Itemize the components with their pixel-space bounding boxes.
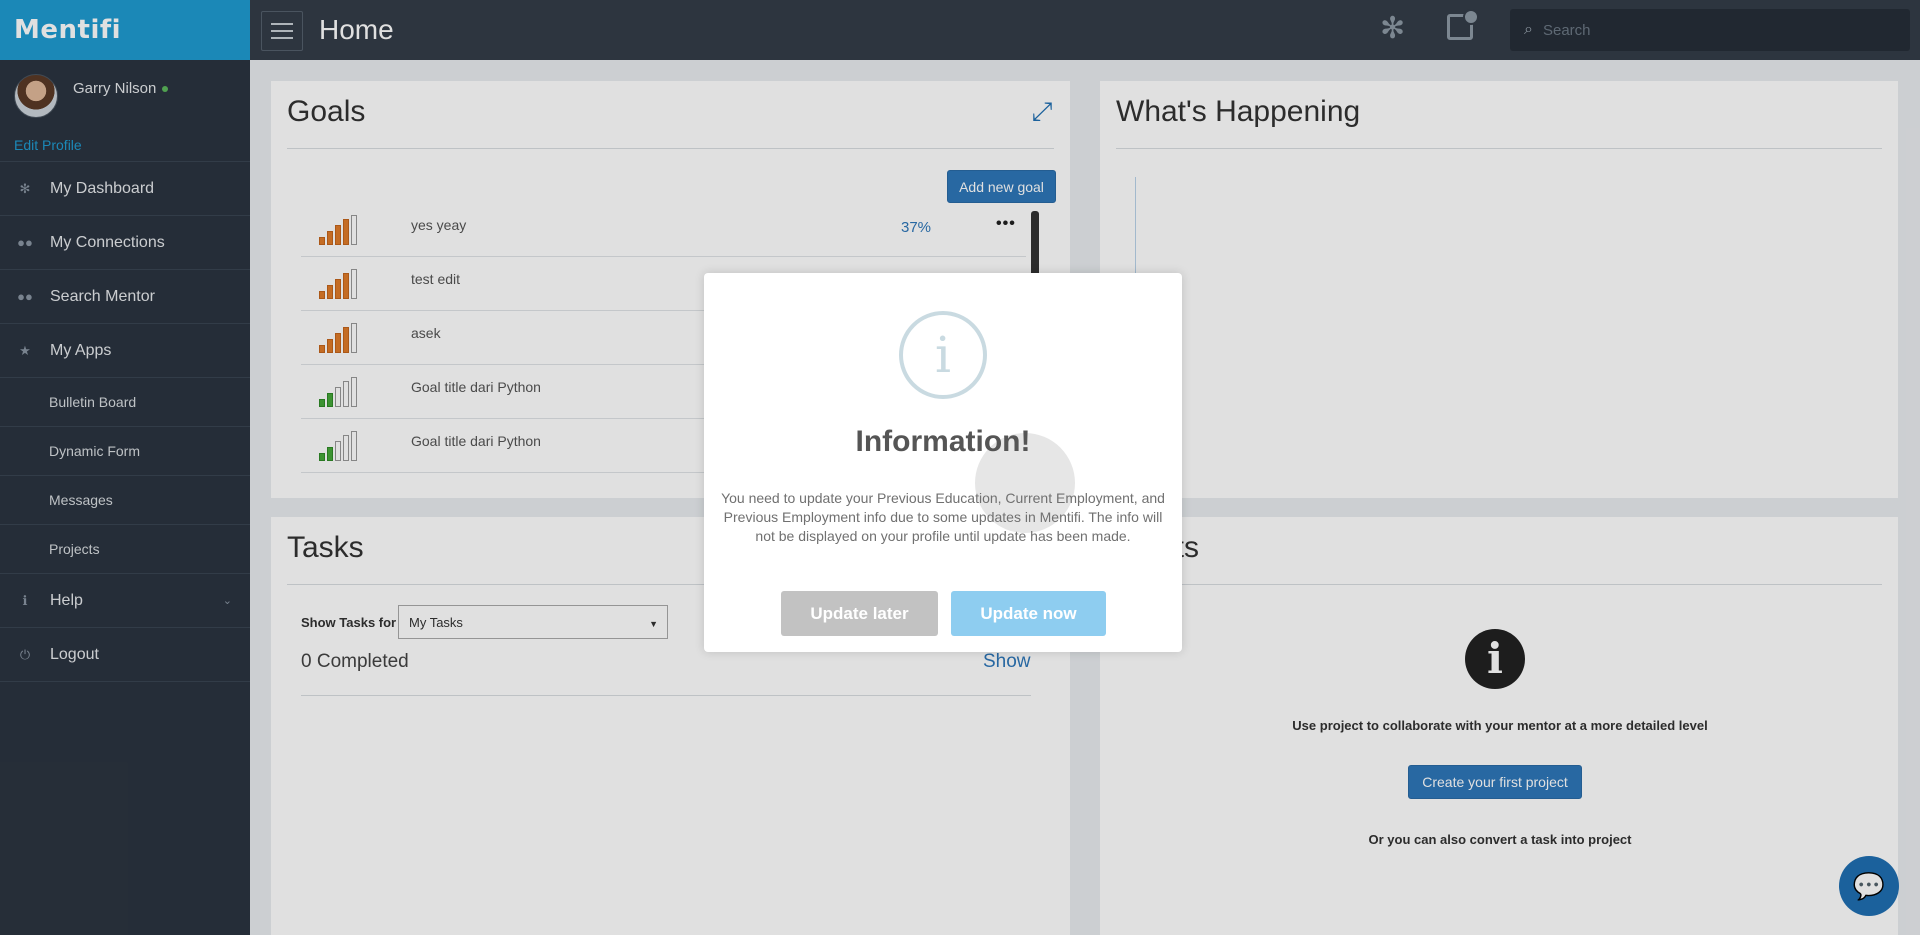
dialog-message: You need to update your Previous Educati… xyxy=(721,490,1165,544)
info-icon: i xyxy=(899,311,987,399)
update-now-button[interactable]: Update now xyxy=(951,591,1106,636)
update-later-button[interactable]: Update later xyxy=(781,591,938,636)
dialog-title: Information! xyxy=(855,425,1031,458)
information-dialog: i Information! You need to update your P… xyxy=(704,273,1182,652)
